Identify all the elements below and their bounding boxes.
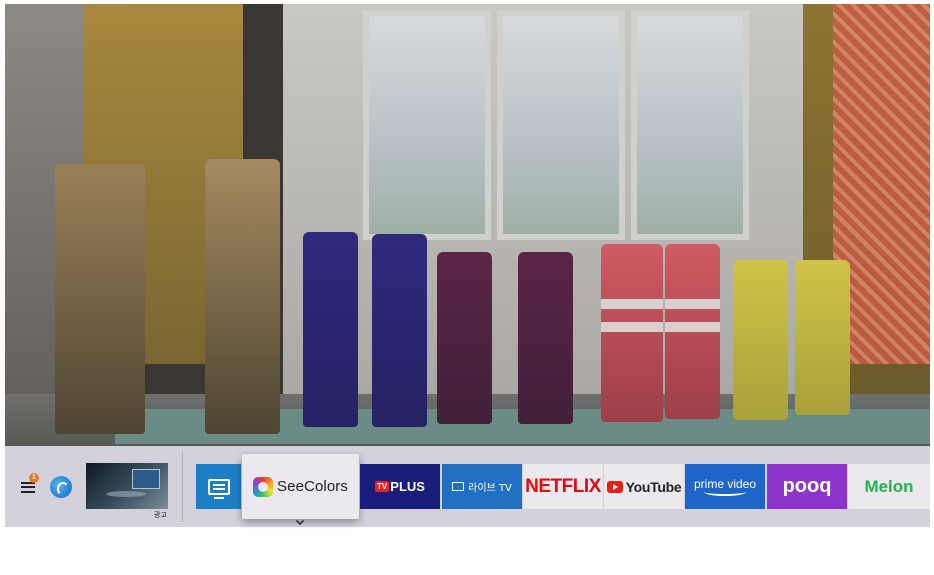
door-window-pane bbox=[631, 10, 749, 240]
ad-label: 광고 bbox=[154, 511, 167, 519]
source-monitor-icon bbox=[207, 478, 230, 499]
plum-boot bbox=[437, 252, 492, 424]
tv-icon bbox=[452, 482, 465, 491]
youtube-play-icon bbox=[606, 480, 623, 493]
youtube-app-tile[interactable]: YouTube bbox=[604, 464, 684, 509]
smart-hub-bar: 1 광고 SeeColors TV PLUS 라이브 TV NETFLIX Yo… bbox=[5, 446, 930, 527]
tvplus-badge: TV bbox=[375, 481, 390, 492]
netflix-label: NETFLIX bbox=[525, 475, 601, 497]
tvplus-label: PLUS bbox=[390, 479, 425, 494]
ambient-ad-thumbnail[interactable] bbox=[86, 463, 168, 509]
melon-label: Melon bbox=[864, 476, 914, 496]
olive-boot bbox=[205, 159, 280, 434]
blue-boot bbox=[372, 234, 427, 427]
yellow-boot bbox=[733, 260, 788, 420]
melon-app-tile[interactable]: Melon bbox=[848, 464, 930, 509]
seecolors-app-tile[interactable]: SeeColors bbox=[242, 454, 359, 519]
bar-divider bbox=[182, 451, 183, 522]
plum-boot bbox=[518, 252, 573, 424]
bixby-button[interactable] bbox=[50, 476, 72, 498]
notification-badge: 1 bbox=[29, 473, 39, 483]
door-window-pane bbox=[363, 10, 491, 240]
youtube-label: YouTube bbox=[625, 478, 682, 495]
tvplus-app-tile[interactable]: TV PLUS bbox=[360, 464, 440, 509]
prime-smile-icon bbox=[704, 488, 746, 496]
pink-boot bbox=[665, 244, 720, 419]
source-tile[interactable] bbox=[196, 464, 241, 509]
pooq-label: pooq bbox=[782, 475, 832, 497]
door-window-pane bbox=[497, 10, 625, 240]
yellow-boot bbox=[795, 260, 850, 415]
blue-boot bbox=[303, 232, 358, 427]
chevron-down-icon bbox=[296, 520, 304, 525]
pooq-app-tile[interactable]: pooq bbox=[767, 464, 847, 509]
netflix-app-tile[interactable]: NETFLIX bbox=[523, 464, 603, 509]
seecolors-label: SeeColors bbox=[277, 478, 348, 495]
live-tv-app-tile[interactable]: 라이브 TV bbox=[442, 464, 522, 509]
live-tv-label: 라이브 TV bbox=[468, 483, 512, 494]
seecolors-logo-icon bbox=[253, 476, 274, 497]
hamburger-menu-icon bbox=[21, 481, 35, 493]
prime-video-app-tile[interactable]: prime video bbox=[685, 464, 765, 509]
pink-boot bbox=[601, 244, 663, 422]
olive-boot bbox=[55, 164, 145, 434]
